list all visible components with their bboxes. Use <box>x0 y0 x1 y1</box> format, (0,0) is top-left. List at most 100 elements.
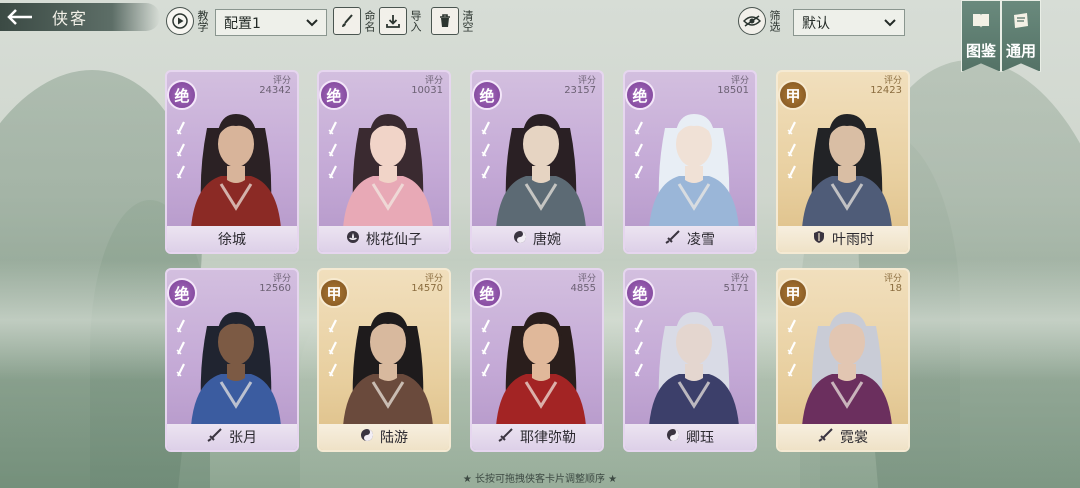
hero-name: 唐婉 <box>533 232 561 248</box>
hero-name: 徐城 <box>218 232 246 248</box>
hero-portrait <box>343 114 433 228</box>
config-select-value: 配置1 <box>224 15 261 32</box>
name-bar: 卿珏 <box>625 424 755 450</box>
download-icon <box>379 7 407 35</box>
hero-card[interactable]: 绝 评分 18501 凌雪 <box>623 70 757 254</box>
score-display: 评分 12560 <box>259 274 291 294</box>
sort-select[interactable]: 默认 <box>793 9 905 36</box>
sword-icon <box>818 428 834 446</box>
hero-portrait <box>649 114 739 228</box>
skill-marks-icon <box>481 121 490 179</box>
hero-portrait <box>496 114 586 228</box>
rank-text: 绝 <box>174 284 190 303</box>
book-icon <box>1011 12 1031 34</box>
rank-text: 甲 <box>785 86 801 105</box>
hero-portrait <box>649 312 739 426</box>
hero-card[interactable]: 绝 评分 5171 卿珏 <box>623 268 757 452</box>
hero-card[interactable]: 甲 评分 14570 陆游 <box>317 268 451 452</box>
top-bar: 侠客 教学 配置1 命名 导入 清空 筛选 默认 图鉴 通用 <box>0 0 1080 72</box>
hero-card[interactable]: 绝 评分 23157 唐婉 <box>470 70 604 254</box>
name-bar: 凌雪 <box>625 226 755 252</box>
yinyang-icon <box>360 428 374 446</box>
sword-icon <box>498 428 514 446</box>
score-value: 12560 <box>259 283 291 294</box>
score-display: 评分 14570 <box>411 274 443 294</box>
sword-icon <box>665 230 681 248</box>
score-display: 评分 24342 <box>259 76 291 96</box>
score-display: 评分 18 <box>884 274 902 294</box>
sword-icon <box>207 428 223 446</box>
name-bar: 张月 <box>167 424 297 450</box>
drag-hint: ★ 长按可拖拽侠客卡片调整顺序 ★ <box>462 474 618 485</box>
yinyang-icon <box>666 428 680 446</box>
trash-icon <box>431 7 459 35</box>
import-button[interactable]: 导入 <box>379 6 422 36</box>
page-title: 侠客 <box>52 9 89 28</box>
hero-name: 凌雪 <box>687 232 715 248</box>
common-label: 通用 <box>1005 42 1036 60</box>
score-display: 评分 4855 <box>571 274 596 294</box>
rank-text: 绝 <box>632 284 648 303</box>
skill-marks-icon <box>787 319 796 377</box>
rank-badge: 绝 <box>167 80 197 110</box>
skill-marks-icon <box>787 121 796 179</box>
rank-text: 绝 <box>632 86 648 105</box>
score-display: 评分 23157 <box>564 76 596 96</box>
rank-badge: 甲 <box>319 278 349 308</box>
atlas-label: 图鉴 <box>965 42 996 60</box>
clear-button[interactable]: 清空 <box>431 6 474 36</box>
shield-icon <box>812 230 826 248</box>
rank-text: 绝 <box>479 284 495 303</box>
score-value: 23157 <box>564 85 596 96</box>
name-bar: 徐城 <box>167 226 297 252</box>
rank-badge: 绝 <box>167 278 197 308</box>
hero-card[interactable]: 绝 评分 4855 耶律弥勒 <box>470 268 604 452</box>
atlas-tab[interactable]: 图鉴 <box>961 0 1001 72</box>
skill-marks-icon <box>634 121 643 179</box>
score-value: 5171 <box>723 283 749 294</box>
clear-label: 清空 <box>461 10 474 32</box>
common-tab[interactable]: 通用 <box>1001 0 1041 72</box>
hero-card[interactable]: 甲 评分 12423 叶雨时 <box>776 70 910 254</box>
hero-portrait <box>802 312 892 426</box>
rank-text: 绝 <box>479 86 495 105</box>
hero-name: 卿珏 <box>686 430 714 446</box>
skill-marks-icon <box>481 319 490 377</box>
rename-label: 命名 <box>363 10 376 32</box>
rank-badge: 甲 <box>778 80 808 110</box>
hero-name: 陆游 <box>380 430 408 446</box>
chevron-down-icon <box>306 15 318 31</box>
hero-card[interactable]: 绝 评分 10031 桃花仙子 <box>317 70 451 254</box>
hero-card[interactable]: 绝 评分 24342 徐城 <box>165 70 299 254</box>
filter-button[interactable]: 筛选 <box>738 6 781 36</box>
hero-name: 霓裳 <box>840 430 868 446</box>
name-bar: 桃花仙子 <box>319 226 449 252</box>
score-value: 14570 <box>411 283 443 294</box>
hero-name: 张月 <box>229 430 257 446</box>
skill-marks-icon <box>176 319 185 377</box>
rename-button[interactable]: 命名 <box>333 6 376 36</box>
filter-label: 筛选 <box>768 10 781 32</box>
rank-badge: 甲 <box>778 278 808 308</box>
hero-name: 耶律弥勒 <box>520 430 576 446</box>
config-select[interactable]: 配置1 <box>215 9 327 36</box>
back-button[interactable]: 侠客 <box>0 3 160 31</box>
score-value: 4855 <box>570 283 596 294</box>
hero-card[interactable]: 绝 评分 12560 张月 <box>165 268 299 452</box>
sort-select-value: 默认 <box>802 15 830 32</box>
score-display: 评分 5171 <box>724 274 749 294</box>
rank-text: 绝 <box>326 86 342 105</box>
rank-text: 甲 <box>785 284 801 303</box>
hero-name: 桃花仙子 <box>366 232 422 248</box>
rank-text: 甲 <box>326 284 342 303</box>
rank-badge: 绝 <box>472 278 502 308</box>
score-display: 评分 12423 <box>870 76 902 96</box>
brush-icon <box>333 7 361 35</box>
hero-portrait <box>496 312 586 426</box>
play-icon <box>166 7 194 35</box>
name-bar: 霓裳 <box>778 424 908 450</box>
hero-card[interactable]: 甲 评分 18 霓裳 <box>776 268 910 452</box>
skill-marks-icon <box>634 319 643 377</box>
yinyang-icon <box>513 230 527 248</box>
tutorial-button[interactable]: 教学 <box>166 6 209 36</box>
